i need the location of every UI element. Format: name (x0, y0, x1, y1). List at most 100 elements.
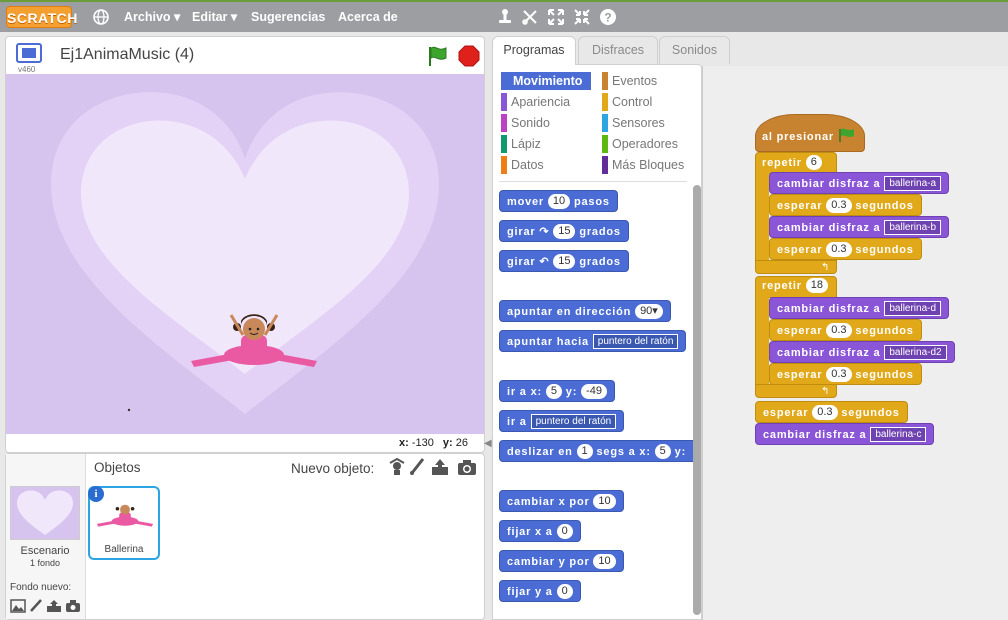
block-turn-right[interactable]: girar ↷ 15 grados (499, 220, 629, 242)
menu-editar[interactable]: Editar ▾ (192, 2, 237, 32)
camera-sprite-icon[interactable] (457, 458, 477, 476)
block-repeat-6[interactable]: repetir 6 (755, 152, 829, 174)
category-sensores[interactable]: Sensores (602, 114, 665, 132)
shrink-icon[interactable] (573, 8, 591, 26)
backdrop-label: Fondo nuevo: (10, 582, 72, 593)
block-goto[interactable]: ir a puntero del ratón (499, 410, 625, 432)
palette-scrollbar[interactable] (693, 185, 701, 615)
paint-sprite-icon[interactable] (409, 458, 425, 476)
category-label: Lápiz (511, 137, 541, 151)
category-color-bar (501, 114, 507, 132)
block-switch-costume[interactable]: cambiar disfraz a ballerina-a (769, 172, 950, 194)
turn-right-icon: ↷ (539, 226, 550, 238)
block-change-x[interactable]: cambiar x por 10 (499, 490, 624, 512)
globe-icon[interactable] (92, 8, 110, 26)
category-datos[interactable]: Datos (501, 156, 544, 174)
category-color-bar (602, 135, 608, 153)
collapse-arrow-icon[interactable]: ◀ (484, 438, 492, 452)
block-wait[interactable]: esperar 0.3 segundos (755, 401, 908, 423)
sprite-library-icon[interactable] (388, 457, 406, 476)
menu-bar: SCRATCH Archivo ▾ Editar ▾ Sugerencias A… (0, 0, 1008, 32)
coord-x-value: -130 (411, 437, 434, 449)
category-operadores[interactable]: Operadores (602, 135, 678, 153)
loop-arrow-icon: ↰ (821, 262, 830, 273)
stage-thumbnail[interactable] (10, 486, 80, 540)
coord-y-label: y: (442, 437, 453, 449)
scratch-logo[interactable]: SCRATCH (6, 6, 77, 28)
category-color-bar (501, 156, 507, 174)
block-set-y[interactable]: fijar y a 0 (499, 580, 581, 602)
grow-icon[interactable] (547, 8, 565, 26)
category-color-bar (602, 72, 608, 90)
category-color-bar (501, 93, 507, 111)
svg-text:?: ? (604, 11, 611, 25)
upload-sprite-icon[interactable] (431, 458, 449, 476)
block-wait[interactable]: esperar 0.3 segundos (769, 363, 922, 385)
block-switch-costume[interactable]: cambiar disfraz a ballerina-b (769, 216, 950, 238)
duplicate-stamp-icon[interactable] (496, 8, 514, 26)
scripts-area[interactable]: al presionar repetir 6 ↰ cambiar disfraz… (702, 66, 1008, 620)
block-set-x[interactable]: fijar x a 0 (499, 520, 581, 542)
green-flag-icon[interactable] (426, 45, 450, 67)
menu-archivo[interactable]: Archivo ▾ (124, 2, 180, 32)
ballerina-sprite[interactable] (189, 309, 319, 373)
block-wait[interactable]: esperar 0.3 segundos (769, 238, 922, 260)
category-color-bar (602, 114, 608, 132)
category-color-bar (501, 135, 507, 153)
category-eventos[interactable]: Eventos (602, 72, 657, 90)
category-label: Movimiento (513, 74, 583, 88)
block-when-flag-clicked[interactable]: al presionar (755, 126, 863, 148)
block-point-towards[interactable]: apuntar hacia puntero del ratón (499, 330, 687, 352)
paint-backdrop-icon[interactable] (29, 599, 43, 613)
block-wait[interactable]: esperar 0.3 segundos (769, 194, 922, 216)
upload-backdrop-icon[interactable] (46, 599, 62, 613)
version-label: v460 (18, 65, 36, 74)
category-apariencia[interactable]: Apariencia (501, 93, 570, 111)
block-switch-costume[interactable]: cambiar disfraz a ballerina-d (769, 297, 950, 319)
camera-backdrop-icon[interactable] (65, 599, 81, 613)
category-label: Operadores (612, 137, 679, 151)
tab-disfraces[interactable]: Disfraces (578, 36, 658, 64)
sprite-name: Ballerina (104, 544, 144, 555)
block-repeat-18[interactable]: repetir 18 (755, 275, 835, 297)
stage-header: v460 Ej1AnimaMusic (4) (6, 37, 484, 74)
category-más-bloques[interactable]: Más Bloques (602, 156, 684, 174)
mouse-coordinates: x: -130 y: 26 (399, 437, 468, 449)
category-color-bar (602, 156, 608, 174)
project-title[interactable]: Ej1AnimaMusic (4) (60, 46, 194, 64)
category-label: Sonido (511, 116, 550, 130)
sprite-tile-ballerina[interactable]: i Ballerina (88, 486, 160, 560)
block-glide[interactable]: deslizar en 1 segs a x: 5 y: (499, 440, 701, 462)
tab-sonidos[interactable]: Sonidos (659, 36, 730, 64)
block-change-y[interactable]: cambiar y por 10 (499, 550, 624, 572)
block-turn-left[interactable]: girar ↶ 15 grados (499, 250, 629, 272)
turn-left-icon: ↶ (539, 256, 550, 268)
scene-sub-label: 1 fondo (29, 558, 61, 568)
stop-icon[interactable] (458, 45, 480, 67)
block-goto-xy[interactable]: ir a x: 5 y: -49 (499, 380, 615, 402)
stage-canvas[interactable] (6, 74, 484, 434)
block-point-direction[interactable]: apuntar en dirección 90▾ (499, 300, 671, 322)
stage-panel: v460 Ej1AnimaMusic (4) x: -130 y: 26 (5, 36, 485, 453)
menu-sugerencias[interactable]: Sugerencias (251, 2, 325, 32)
menu-acerca-de[interactable]: Acerca de (338, 2, 398, 32)
help-icon[interactable]: ? (599, 8, 617, 26)
category-control[interactable]: Control (602, 93, 652, 111)
delete-scissors-icon[interactable] (521, 8, 539, 26)
category-movimiento[interactable]: Movimiento (501, 72, 591, 90)
tab-programas[interactable]: Programas (492, 36, 576, 65)
heart-backdrop (6, 74, 484, 434)
category-label: Eventos (612, 74, 658, 88)
category-sonido[interactable]: Sonido (501, 114, 550, 132)
scene-label: Escenario (20, 545, 70, 557)
block-move-steps[interactable]: mover 10 pasos (499, 190, 618, 212)
category-lápiz[interactable]: Lápiz (501, 135, 541, 153)
block-switch-costume[interactable]: cambiar disfraz a ballerina-d2 (769, 341, 955, 363)
backdrop-library-icon[interactable] (10, 599, 26, 613)
block-palette: Movimiento Eventos Apariencia Control Sonido… (492, 64, 702, 620)
block-switch-costume[interactable]: cambiar disfraz a ballerina-c (755, 423, 935, 445)
presentation-mode-icon[interactable] (16, 43, 42, 63)
block-wait[interactable]: esperar 0.3 segundos (769, 319, 922, 341)
coord-y-value: 26 (455, 437, 468, 449)
category-label: Apariencia (511, 95, 571, 109)
